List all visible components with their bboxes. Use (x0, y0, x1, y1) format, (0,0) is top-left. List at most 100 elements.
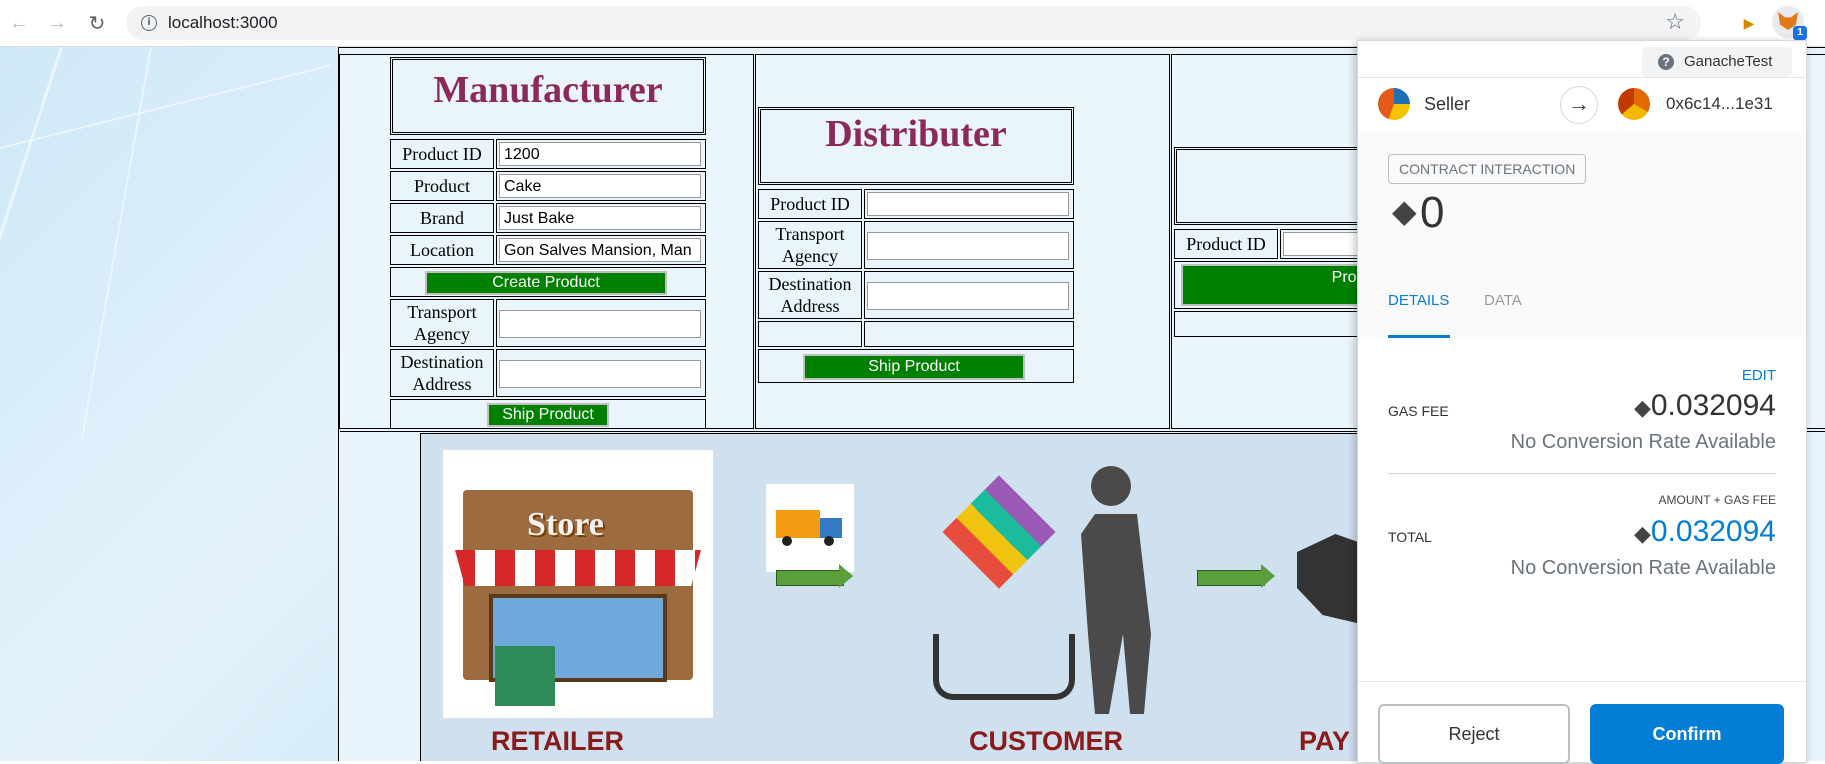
distributer-transport-agency-input[interactable] (867, 232, 1069, 260)
amount-gas-label: AMOUNT + GAS FEE (1658, 493, 1776, 507)
extension-badge: 1 (1793, 26, 1807, 40)
truck-wheel (824, 536, 834, 546)
manufacturer-ship-product-button[interactable]: Ship Product (487, 403, 609, 427)
label-cell: Brand (390, 203, 494, 233)
distributer-header-cell: Distributer (758, 107, 1074, 185)
label-cell: Location (390, 235, 494, 265)
label-cell: Product ID (390, 139, 494, 169)
arrow-2-head (1261, 564, 1275, 588)
empty-cell (758, 321, 862, 347)
network-selector[interactable]: ? GanacheTest (1642, 47, 1792, 77)
bookmark-star-icon[interactable]: ☆ (1665, 10, 1685, 35)
destination-address-input[interactable] (499, 360, 701, 388)
divider (1388, 473, 1776, 474)
distributer-panel: Distributer Product ID Transport Agency D… (755, 54, 1170, 429)
metamask-popup: ? GanacheTest Seller → 0x6c14...1e31 CON… (1357, 40, 1807, 764)
distributer-title: Distributer (825, 113, 1007, 155)
reject-button[interactable]: Reject (1378, 704, 1570, 764)
to-address: 0x6c14...1e31 (1666, 94, 1773, 113)
brand-input[interactable]: Just Bake (499, 206, 701, 230)
reload-icon[interactable]: ↻ (86, 12, 108, 34)
forward-icon[interactable]: → (46, 12, 68, 34)
address-bar[interactable]: i localhost:3000 ☆ (126, 6, 1701, 40)
eth-icon: ◆ (1633, 522, 1651, 547)
brand-label: Brand (420, 208, 464, 228)
confirm-button[interactable]: Confirm (1590, 704, 1784, 764)
distributer-destination-address-input[interactable] (867, 282, 1069, 310)
input-cell: Just Bake (496, 203, 706, 233)
distributer-transport-agency-label: Transport Agency (775, 224, 845, 266)
truck-image (766, 484, 854, 572)
label-cell: Destination Address (390, 349, 494, 397)
transport-agency-input[interactable] (499, 310, 701, 338)
distributer-ship-product-button[interactable]: Ship Product (803, 354, 1025, 380)
button-cell: Ship Product (758, 349, 1074, 383)
arrow-1-head (839, 564, 853, 588)
background-streak (80, 47, 152, 442)
empty-cell (864, 321, 1074, 347)
product-tiles-image (929, 472, 1069, 612)
supply-chain-banner: Store RETAILER CUSTOMER PAY (420, 433, 1362, 761)
extension-icon[interactable]: ▶ (1738, 12, 1760, 34)
input-cell (496, 299, 706, 347)
input-cell: 1200 (496, 139, 706, 169)
label-cell: Transport Agency (390, 299, 494, 347)
background-streak (0, 47, 63, 448)
manufacturer-title: Manufacturer (433, 69, 663, 111)
manufacturer-header-cell: Manufacturer (390, 57, 706, 135)
destination-address-label: Destination Address (400, 352, 484, 394)
total-label: TOTAL (1388, 529, 1432, 545)
eth-icon: ◆ (1633, 396, 1651, 421)
label-cell: Product ID (758, 189, 862, 219)
eth-icon: ◆ (1392, 192, 1417, 230)
input-cell: Gon Salves Mansion, Man (496, 235, 706, 265)
account-row: Seller → 0x6c14...1e31 (1358, 77, 1806, 133)
product-input[interactable]: Cake (499, 174, 701, 198)
url-text: localhost:3000 (168, 13, 278, 32)
distributer-destination-address-label: Destination Address (768, 274, 852, 316)
label-cell: Destination Address (758, 271, 862, 319)
arrow-2 (1197, 570, 1265, 586)
edit-link[interactable]: EDIT (1742, 367, 1776, 384)
manufacturer-panel: Manufacturer Product ID 1200 Product Cak… (339, 54, 754, 429)
product-id-input[interactable]: 1200 (499, 142, 701, 166)
input-cell (496, 349, 706, 397)
label-cell: Product ID (1174, 229, 1278, 259)
distributer-product-id-input[interactable] (867, 192, 1069, 216)
store-board (495, 646, 555, 706)
seller-avatar (1378, 88, 1410, 120)
back-icon[interactable]: ← (8, 12, 30, 34)
network-name: GanacheTest (1684, 53, 1773, 70)
person-head (1091, 466, 1131, 506)
contract-interaction-badge: CONTRACT INTERACTION (1388, 154, 1587, 184)
tab-details[interactable]: DETAILS (1388, 292, 1449, 309)
product-id-label: Product ID (402, 144, 482, 164)
payment-hand-image (1297, 534, 1361, 624)
from-account-name: Seller (1424, 94, 1471, 114)
transport-agency-label: Transport Agency (407, 302, 477, 344)
gas-fee-conversion: No Conversion Rate Available (1510, 431, 1776, 453)
info-icon[interactable]: i (141, 15, 157, 31)
amount-value: 0 (1420, 188, 1445, 237)
total-conversion: No Conversion Rate Available (1510, 557, 1776, 579)
store-sign: Store (527, 506, 604, 543)
cart-icon (933, 634, 1075, 700)
label-cell: Transport Agency (758, 221, 862, 269)
store-awning (455, 550, 701, 586)
total-value: ◆0.032094 (1633, 515, 1776, 548)
input-cell (864, 271, 1074, 319)
gas-fee-value: ◆0.032094 (1633, 389, 1776, 422)
arrow-right-icon: → (1560, 86, 1598, 124)
pay-banner-label: PAY (1299, 726, 1351, 756)
question-icon: ? (1658, 54, 1674, 70)
input-cell: Cake (496, 171, 706, 201)
location-input[interactable]: Gon Salves Mansion, Man (499, 238, 701, 262)
button-cell: Create Product (390, 267, 706, 297)
button-cell: Ship Product (390, 399, 706, 429)
tab-data[interactable]: DATA (1484, 292, 1522, 309)
create-product-button[interactable]: Create Product (425, 271, 667, 295)
recipient-avatar (1618, 88, 1650, 120)
gas-fee-label: GAS FEE (1388, 403, 1449, 419)
transaction-summary: CONTRACT INTERACTION ◆ 0 DETAILS DATA (1358, 132, 1806, 338)
metamask-extension-button[interactable]: 1 (1772, 6, 1807, 40)
